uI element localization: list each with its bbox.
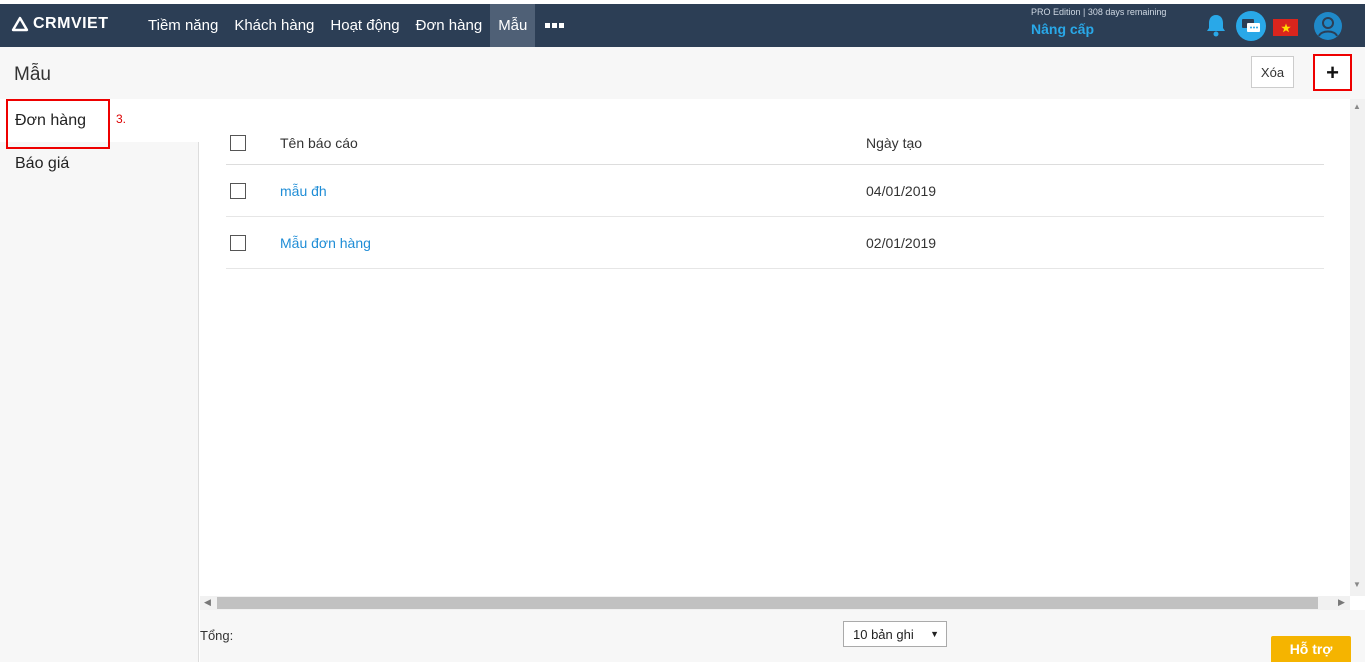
nav-item-orders[interactable]: Đơn hàng bbox=[408, 4, 491, 47]
logo-icon bbox=[11, 16, 29, 32]
chevron-down-icon: ▼ bbox=[930, 629, 939, 639]
edition-info: PRO Edition | 308 days remaining bbox=[1031, 7, 1167, 17]
horizontal-scroll-thumb[interactable] bbox=[217, 597, 1318, 609]
template-name-link[interactable]: Mẫu đơn hàng bbox=[280, 235, 371, 251]
support-button[interactable]: Hỗ trợ bbox=[1271, 636, 1351, 662]
created-date: 04/01/2019 bbox=[866, 182, 937, 199]
main-content: Tên báo cáo Ngày tạo mẫu đh 04/01/2019 M… bbox=[200, 99, 1350, 596]
annotation-3: 3. bbox=[116, 112, 127, 126]
nav-item-prospects[interactable]: Tiềm năng bbox=[140, 4, 226, 47]
sidebar-item-quotes[interactable]: Báo giá bbox=[0, 142, 199, 185]
total-label: Tổng: bbox=[200, 628, 234, 643]
scroll-right-icon[interactable]: ▶ bbox=[1338, 597, 1345, 608]
chat-icon[interactable] bbox=[1236, 11, 1266, 41]
delete-button[interactable]: Xóa bbox=[1251, 56, 1294, 88]
top-navbar: CRMVIET Tiềm năng Khách hàng Hoạt động Đ… bbox=[0, 4, 1365, 47]
table-header-row: Tên báo cáo Ngày tạo bbox=[226, 121, 1324, 165]
nav-item-customers[interactable]: Khách hàng bbox=[226, 4, 322, 47]
upgrade-link[interactable]: Nâng cấp bbox=[1031, 21, 1094, 37]
logo-text: CRMVIET bbox=[33, 15, 109, 32]
table-row: mẫu đh 04/01/2019 bbox=[226, 165, 1324, 217]
templates-table: Tên báo cáo Ngày tạo mẫu đh 04/01/2019 M… bbox=[226, 121, 1324, 269]
select-all-checkbox[interactable] bbox=[230, 134, 246, 151]
main-nav: Tiềm năng Khách hàng Hoạt động Đơn hàng … bbox=[140, 4, 574, 47]
nav-item-templates[interactable]: Mẫu bbox=[490, 4, 536, 47]
app-logo[interactable]: CRMVIET bbox=[11, 14, 109, 34]
vietnam-flag-icon[interactable] bbox=[1273, 19, 1298, 36]
vertical-scrollbar[interactable]: ▲ ▼ bbox=[1350, 99, 1365, 596]
footer: Tổng: 10 bản ghi ▼ Hỗ trợ bbox=[200, 610, 1365, 662]
template-name-link[interactable]: mẫu đh bbox=[280, 183, 327, 199]
nav-item-activities[interactable]: Hoạt động bbox=[322, 4, 407, 47]
sidebar-item-orders[interactable]: Đơn hàng bbox=[0, 99, 199, 142]
page-title: Mẫu bbox=[14, 64, 51, 85]
row-checkbox[interactable] bbox=[230, 234, 246, 251]
page-header: Mẫu Xóa + bbox=[0, 47, 1365, 99]
add-button[interactable]: + bbox=[1313, 54, 1352, 91]
horizontal-scrollbar[interactable]: ◀ ▶ bbox=[200, 596, 1350, 610]
more-menu-icon[interactable] bbox=[535, 4, 574, 47]
column-header-date: Ngày tạo bbox=[866, 134, 923, 151]
page-size-select[interactable]: 10 bản ghi ▼ bbox=[843, 621, 947, 647]
row-checkbox[interactable] bbox=[230, 182, 246, 199]
created-date: 02/01/2019 bbox=[866, 234, 937, 251]
user-avatar-icon[interactable] bbox=[1314, 12, 1342, 40]
table-row: Mẫu đơn hàng 02/01/2019 bbox=[226, 217, 1324, 269]
column-header-name: Tên báo cáo bbox=[280, 134, 358, 151]
scroll-down-icon[interactable]: ▼ bbox=[1353, 580, 1361, 589]
sidebar: Đơn hàng Báo giá bbox=[0, 99, 199, 662]
scroll-left-icon[interactable]: ◀ bbox=[204, 597, 211, 608]
bell-icon[interactable] bbox=[1205, 13, 1227, 42]
scroll-up-icon[interactable]: ▲ bbox=[1353, 102, 1361, 111]
page-size-value: 10 bản ghi bbox=[853, 626, 914, 642]
